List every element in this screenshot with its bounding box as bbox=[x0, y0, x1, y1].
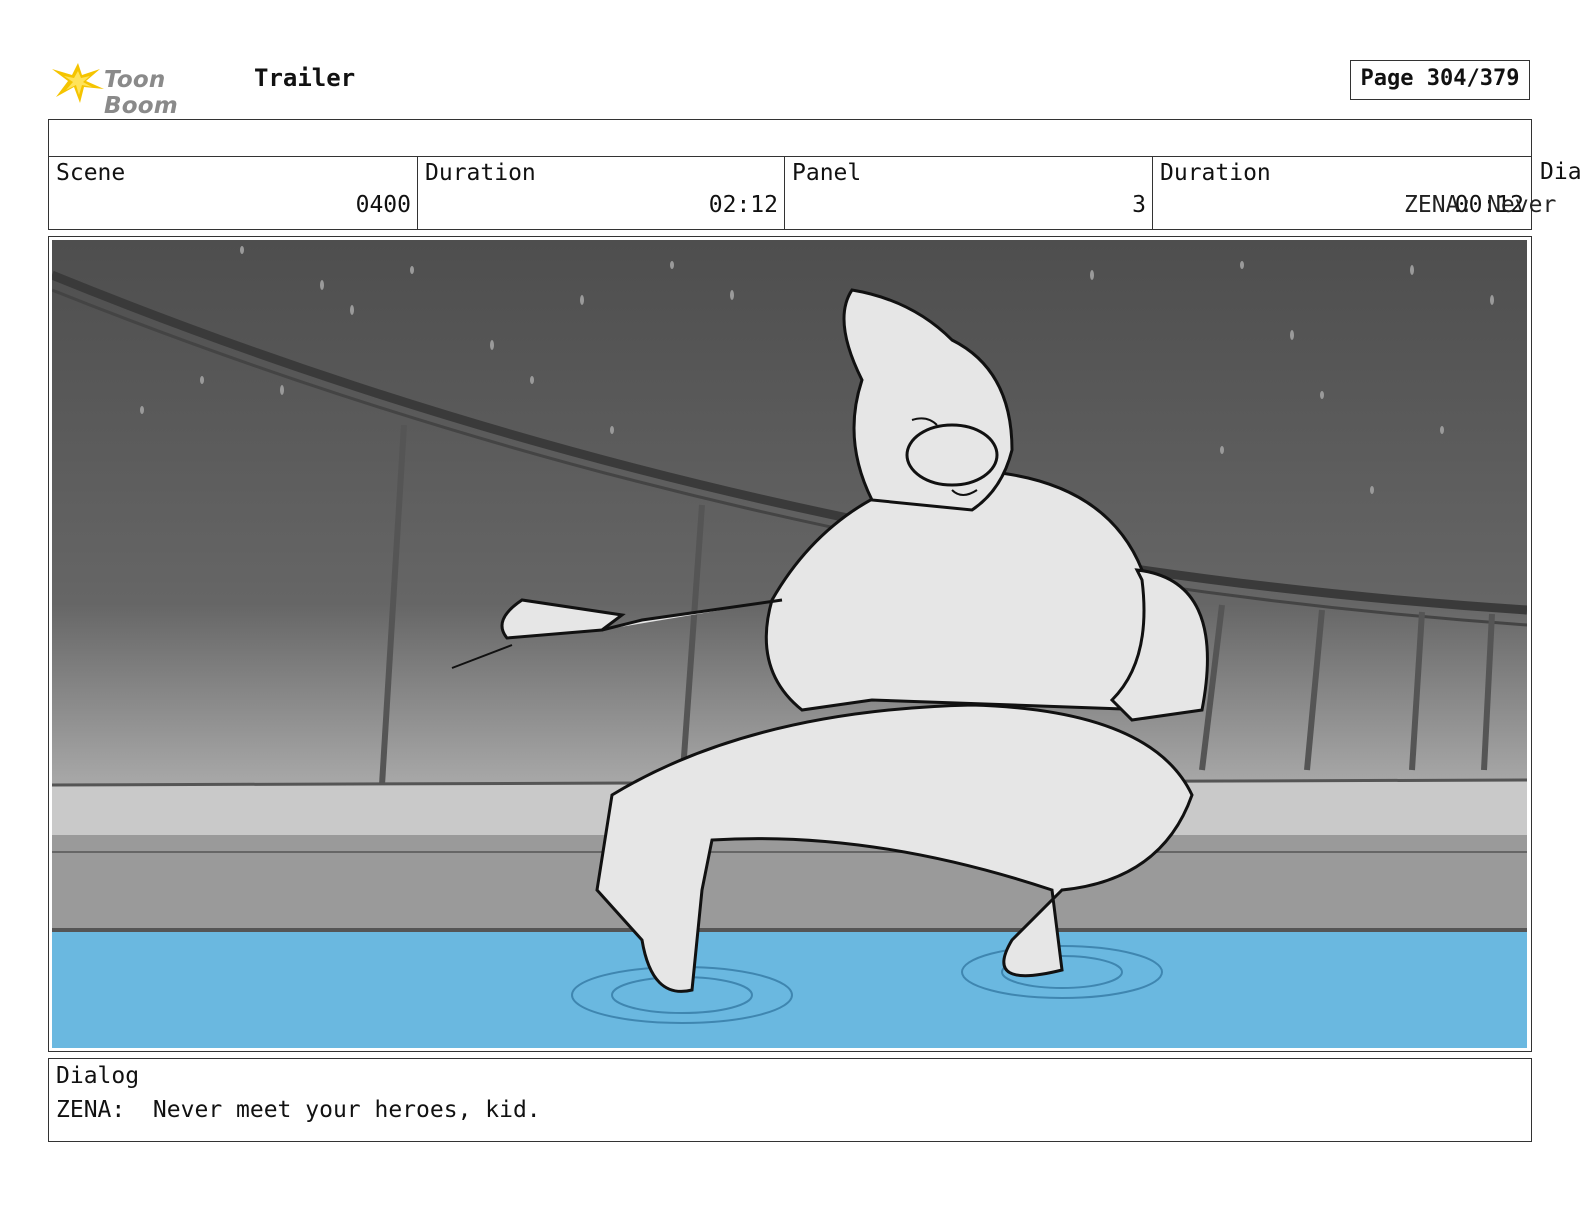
scene-duration-cell: Duration 02:12 bbox=[417, 156, 784, 229]
scene-label: Scene bbox=[56, 160, 126, 186]
panel-value: 3 bbox=[1132, 192, 1146, 218]
panel-duration-label: Duration bbox=[1160, 160, 1271, 186]
dialog-text: ZENA: Never meet your heroes, kid. bbox=[56, 1097, 541, 1123]
project-title: Trailer bbox=[254, 64, 356, 92]
panel-cell: Panel 3 bbox=[784, 156, 1152, 229]
panel-label: Panel bbox=[792, 160, 862, 186]
dialog-box: Dialog ZENA: Never meet your heroes, kid… bbox=[48, 1058, 1532, 1142]
page-number: Page 304/379 bbox=[1350, 60, 1530, 100]
scene-duration-value: 02:12 bbox=[708, 192, 778, 218]
info-header-row bbox=[49, 120, 1531, 157]
panel-info-table: Scene 0400 Duration 02:12 Panel 3 Durati… bbox=[48, 119, 1532, 230]
logo-text: Toon Boom bbox=[104, 67, 178, 119]
scene-value: 0400 bbox=[355, 192, 411, 218]
scene-cell: Scene 0400 bbox=[49, 156, 417, 229]
toon-boom-logo: Toon Boom bbox=[50, 55, 240, 119]
pool-edge bbox=[52, 835, 1527, 930]
storyboard-drawing bbox=[52, 240, 1527, 1048]
overflow-dialog-text: ZENA: Never bbox=[1404, 192, 1557, 218]
dialog-label: Dialog bbox=[56, 1063, 140, 1089]
storyboard-frame bbox=[48, 236, 1532, 1052]
starburst-icon bbox=[52, 63, 104, 103]
scene-duration-label: Duration bbox=[425, 160, 536, 186]
overflow-dialog-label: Dia bbox=[1540, 159, 1582, 185]
